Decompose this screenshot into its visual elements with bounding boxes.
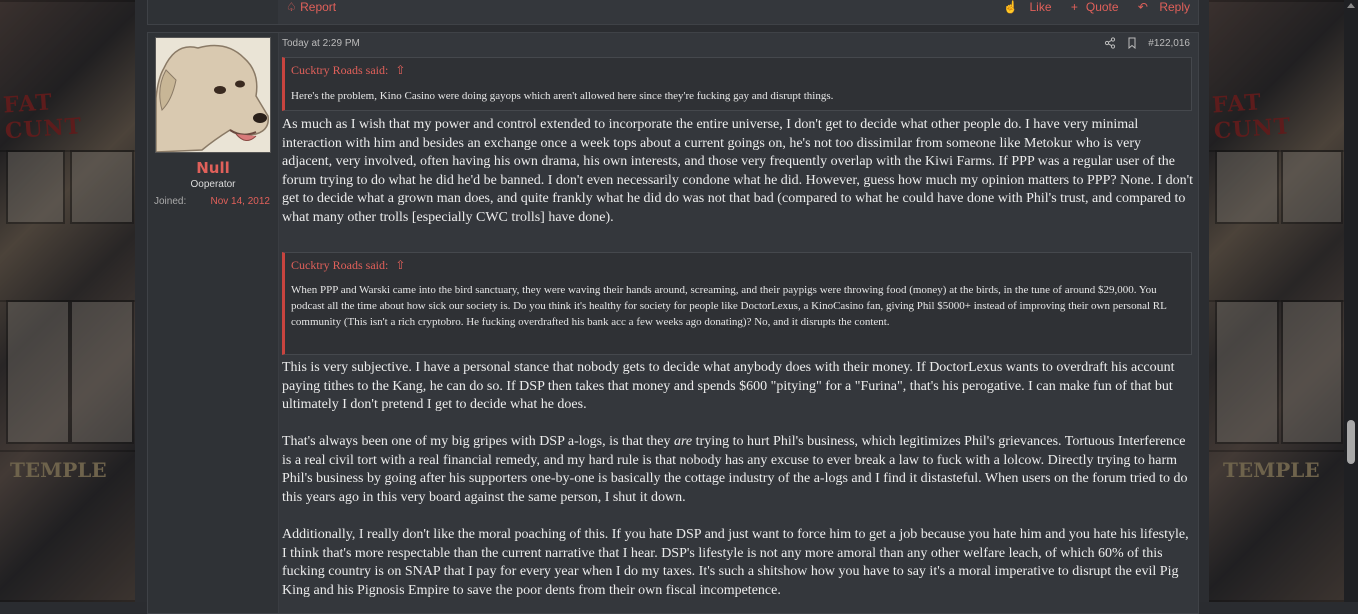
- post-paragraph: That's always been one of my big gripes …: [282, 434, 1188, 505]
- quote-author[interactable]: Cucktry Roads said: ⇧: [291, 258, 405, 273]
- post-paragraph: This is very subjective. I have a person…: [282, 360, 1175, 412]
- bookmark-icon[interactable]: [1126, 37, 1138, 49]
- quote-author[interactable]: Cucktry Roads said: ⇧: [291, 63, 405, 78]
- post-paragraph: Additionally, I really don't like the mo…: [282, 527, 1189, 598]
- user-title: Ooperator: [190, 179, 236, 190]
- post-paragraph: As much as I wish that my power and cont…: [282, 117, 1193, 225]
- reply-button[interactable]: ↶ Reply: [1130, 0, 1190, 14]
- post-number[interactable]: #122,016: [1148, 38, 1190, 49]
- quote-block: Cucktry Roads said: ⇧ When PPP and Warsk…: [282, 252, 1192, 355]
- report-button[interactable]: ♤ Report: [286, 0, 336, 14]
- forum-post: Null Ooperator Joined: Nov 14, 2012 Toda…: [147, 32, 1199, 614]
- scroll-up-icon[interactable]: [1347, 3, 1355, 8]
- thread-column: ♤ Report ☝ Like + Quote ↶ Reply Null Oop…: [135, 0, 1209, 614]
- quote-text: When PPP and Warski came into the bird s…: [291, 284, 1167, 328]
- previous-post-footer: ♤ Report ☝ Like + Quote ↶ Reply: [147, 0, 1199, 25]
- bell-icon: ♤: [286, 0, 297, 14]
- avatar[interactable]: [155, 37, 271, 153]
- dog-avatar-image: [156, 38, 270, 152]
- joined-label: Joined:: [154, 196, 187, 207]
- share-icon[interactable]: [1104, 37, 1116, 49]
- quote-button[interactable]: + Quote: [1063, 0, 1119, 14]
- like-button[interactable]: ☝ Like: [995, 0, 1051, 14]
- quote-block: Cucktry Roads said: ⇧ Here's the problem…: [282, 57, 1192, 111]
- post-author-name[interactable]: Null: [148, 159, 278, 177]
- reply-icon: ↶: [1137, 0, 1148, 14]
- page-scrollbar[interactable]: [1344, 0, 1358, 602]
- arrow-up-circle-icon[interactable]: ⇧: [395, 63, 405, 77]
- thumbs-up-icon: ☝: [1003, 0, 1019, 14]
- arrow-up-circle-icon[interactable]: ⇧: [395, 258, 405, 272]
- scrollbar-thumb[interactable]: [1347, 420, 1355, 464]
- joined-date: Nov 14, 2012: [210, 196, 271, 207]
- post-timestamp[interactable]: Today at 2:29 PM: [282, 38, 360, 49]
- quote-text: Here's the problem, Kino Casino were doi…: [291, 90, 834, 102]
- post-user-sidebar: Null Ooperator Joined: Nov 14, 2012: [148, 33, 279, 613]
- plus-icon: +: [1070, 0, 1078, 14]
